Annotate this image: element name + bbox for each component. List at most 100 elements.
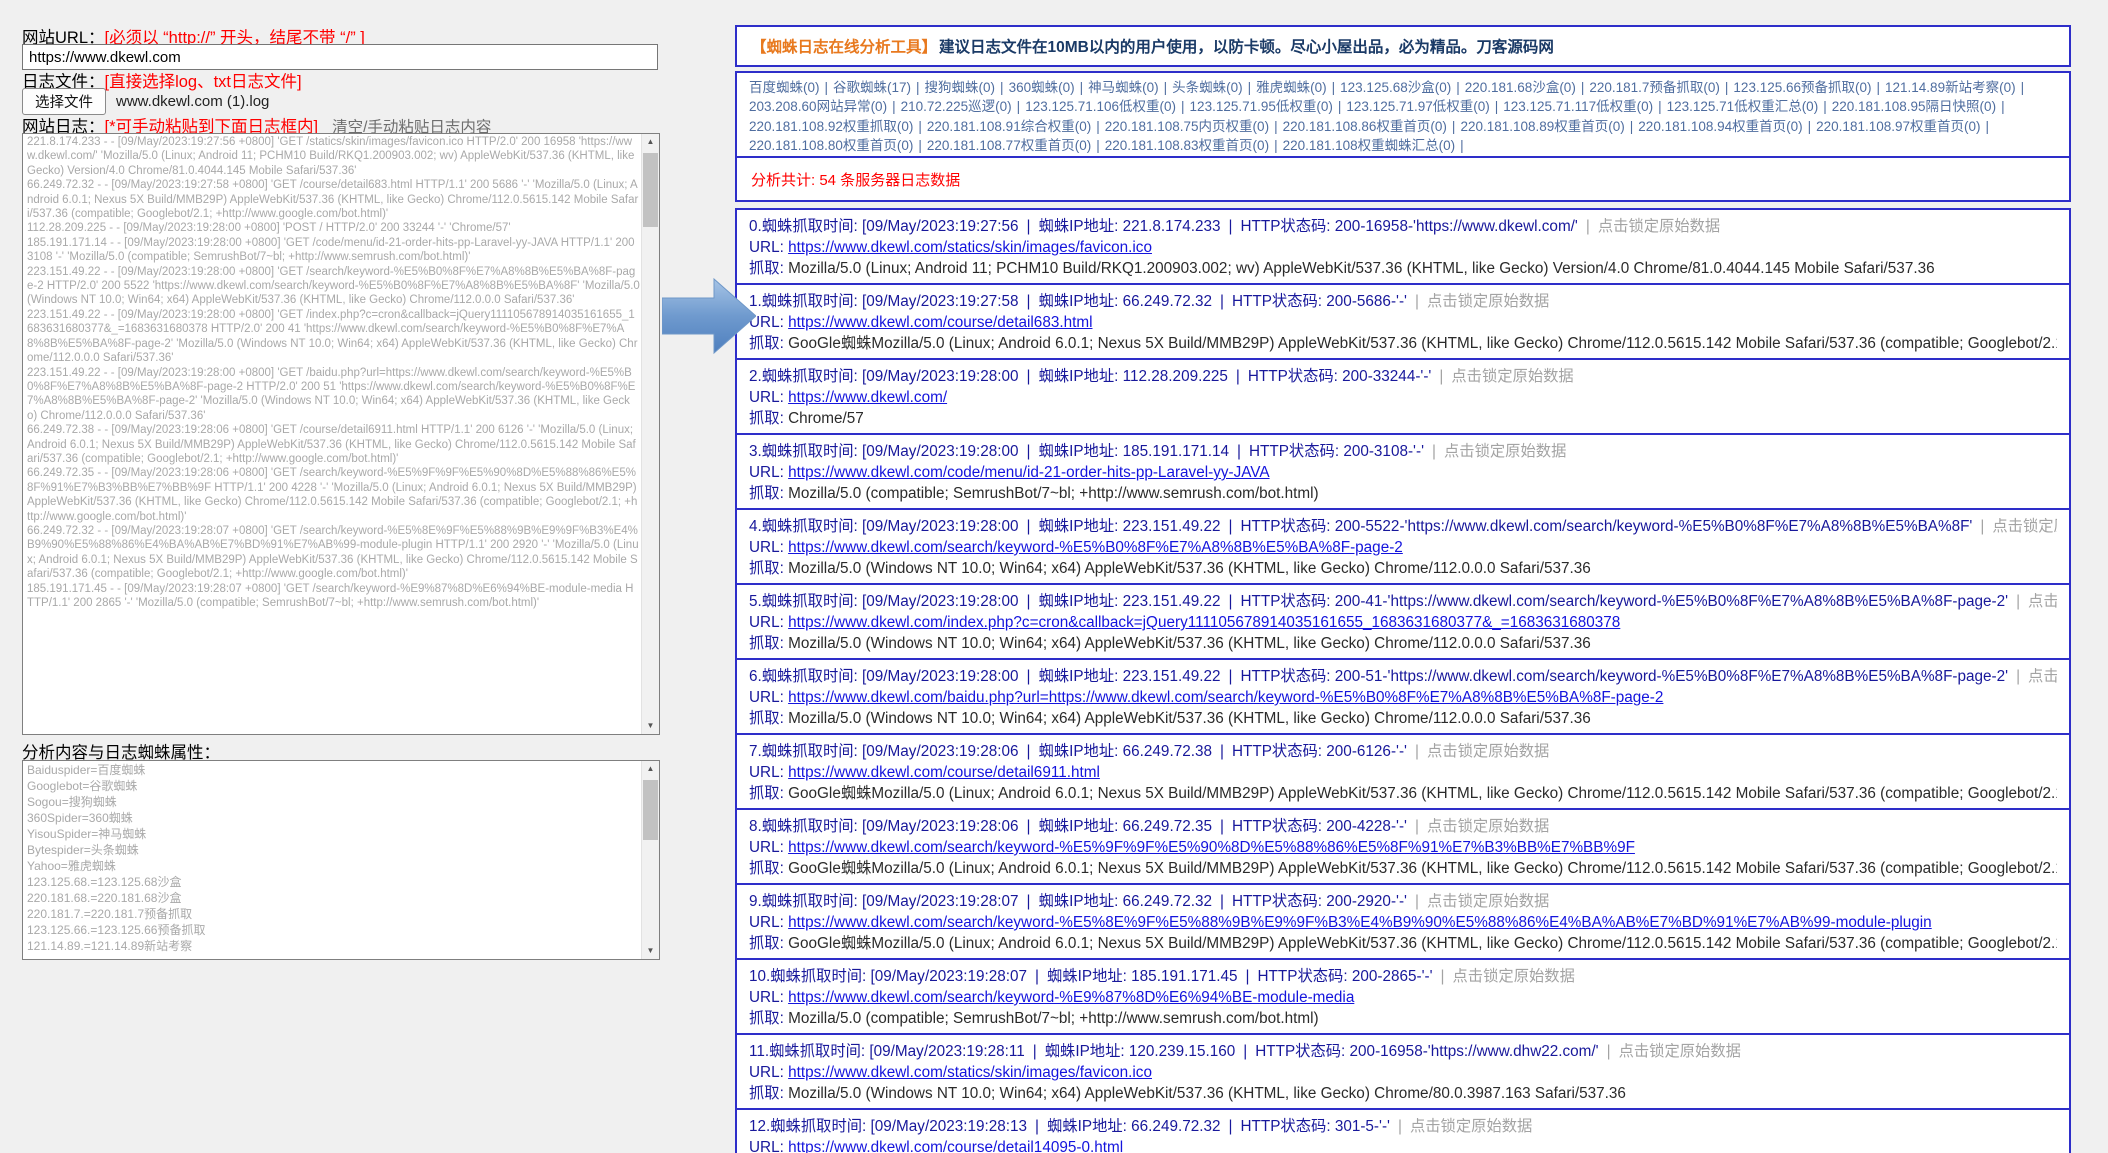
entry-url-link[interactable]: https://www.dkewl.com/statics/skin/image… — [788, 1064, 1152, 1081]
spider-stat-link[interactable]: 百度蜘蛛(0) — [749, 80, 820, 95]
spider-stat-link[interactable]: 220.181.108.77权重首页(0) — [927, 138, 1091, 153]
log-entry: 2.蜘蛛抓取时间: [09/May/2023:19:28:00 | 蜘蛛IP地址: … — [737, 360, 2069, 435]
attr-textarea-scrollbar[interactable]: ▲ ▼ — [641, 761, 659, 959]
spider-stat-link[interactable]: 神马蜘蛛(0) — [1088, 80, 1159, 95]
spider-stat-link[interactable]: 雅虎蜘蛛(0) — [1256, 80, 1327, 95]
spider-stat-link[interactable]: 220.181.108.80权重首页(0) — [749, 138, 913, 153]
spider-stat-link[interactable]: 123.125.71.117低权重(0) — [1503, 99, 1653, 114]
entry-url-link[interactable]: https://www.dkewl.com/search/keyword-%E5… — [788, 914, 1932, 931]
entry-user-agent: Mozilla/5.0 (Windows NT 10.0; Win64; x64… — [788, 1085, 1626, 1102]
pipe-separator: | — [1026, 368, 1031, 385]
entry-lock: | 点击锁定原始数据 — [1407, 293, 1549, 310]
entry-url-link[interactable]: https://www.dkewl.com/index.php?c=cron&c… — [788, 614, 1620, 631]
spider-stat-link[interactable]: 121.14.89新站考察(0) — [1885, 80, 2016, 95]
spider-stat-link[interactable]: 220.181.108.91综合权重(0) — [927, 119, 1091, 134]
scroll-down-icon[interactable]: ▼ — [642, 718, 659, 734]
scroll-up-icon[interactable]: ▲ — [642, 761, 659, 777]
log-textarea[interactable]: 221.8.174.233 - - [09/May/2023:19:27:56 … — [22, 133, 660, 735]
lock-raw-data-link[interactable]: 点击锁定原始数据 — [1451, 368, 1573, 385]
url-label: URL: — [749, 1064, 789, 1081]
spider-stat-link[interactable]: 123.125.71.106低权重(0) — [1025, 99, 1176, 114]
pipe-separator: | — [1228, 218, 1233, 235]
stat-separator: | — [1460, 137, 1464, 153]
lock-raw-data-link[interactable]: 点击锁定原始数据 — [1619, 1043, 1741, 1060]
lock-raw-data-link[interactable]: 点击锁定原始数据 — [1598, 218, 1720, 235]
log-textarea-scrollbar[interactable]: ▲ ▼ — [641, 134, 659, 734]
entry-url-link[interactable]: https://www.dkewl.com/course/detail6911.… — [788, 764, 1100, 781]
pipe-separator: | — [1228, 593, 1233, 610]
spider-stat-link[interactable]: 220.181.108.86权重首页(0) — [1283, 119, 1447, 134]
summary-box: 分析共计: 54 条服务器日志数据 — [735, 156, 2071, 202]
entry-url-link[interactable]: https://www.dkewl.com/course/detail683.h… — [788, 314, 1092, 331]
stat-separator: | — [1456, 80, 1460, 95]
lock-raw-data-link[interactable]: 点击锁定原始数据 — [1444, 443, 1566, 460]
stat-separator: | — [1876, 80, 1881, 95]
lock-raw-data-link[interactable]: 点击锁定原始数据 — [1427, 818, 1549, 835]
scroll-down-icon[interactable]: ▼ — [642, 943, 659, 959]
spider-stat-link[interactable]: 谷歌蜘蛛(17) — [833, 80, 911, 95]
choose-file-button[interactable]: 选择文件 — [22, 87, 106, 115]
stat-separator: | — [892, 99, 896, 115]
lock-raw-data-link[interactable]: 点击锁定原始数据 — [1427, 893, 1549, 910]
spider-stat-link[interactable]: 203.208.60网站异常(0) — [749, 99, 887, 114]
spider-stat-link[interactable]: 210.72.225巡逻(0) — [901, 99, 1012, 114]
spider-stat-link[interactable]: 220.181.108.92权重抓取(0) — [749, 119, 913, 134]
log-entry: 0.蜘蛛抓取时间: [09/May/2023:19:27:56 | 蜘蛛IP地址: … — [737, 210, 2069, 285]
entry-url-link[interactable]: https://www.dkewl.com/search/keyword-%E5… — [788, 839, 1635, 856]
spider-stat-link[interactable]: 360蜘蛛(0) — [1009, 80, 1075, 95]
spider-stat-link[interactable]: 220.181.108.97权重首页(0) — [1816, 119, 1980, 134]
entry-url-link[interactable]: https://www.dkewl.com/search/keyword-%E9… — [788, 989, 1354, 1006]
spider-stat-link[interactable]: 搜狗蜘蛛(0) — [925, 80, 996, 95]
entry-url-link[interactable]: https://www.dkewl.com/course/detail14095… — [788, 1139, 1123, 1153]
lock-raw-data-link[interactable]: 点击锁定原始数据 — [1992, 518, 2057, 535]
entry-user-agent: Mozilla/5.0 (Windows NT 10.0; Win64; x64… — [788, 635, 1591, 652]
scroll-up-icon[interactable]: ▲ — [642, 134, 659, 150]
spider-stat-link[interactable]: 220.181.108.94权重首页(0) — [1638, 119, 1802, 134]
site-url-input[interactable] — [22, 44, 658, 70]
ua-label: 抓取: — [749, 1085, 789, 1102]
spider-stat-link[interactable]: 123.125.71.95低权重(0) — [1190, 99, 1333, 114]
entry-status: HTTP状态码: 200-5686-'-' — [1231, 293, 1407, 310]
entry-url-line: URL: https://www.dkewl.com/statics/skin/… — [749, 237, 2057, 258]
spider-stat-link[interactable]: 220.181.108.95隔日快照(0) — [1832, 99, 1996, 114]
lock-raw-data-link[interactable]: 点击锁定原始数据 — [1410, 1118, 1532, 1135]
stat-separator: | — [1658, 99, 1662, 115]
lock-raw-data-link[interactable]: 点击锁定原始数据 — [1427, 293, 1549, 310]
spider-stat-link[interactable]: 220.181.7预备抓取(0) — [1589, 80, 1720, 95]
spider-stat-link[interactable]: 220.181.108.83权重首页(0) — [1105, 138, 1269, 153]
stat-separator: | — [824, 80, 829, 95]
spider-stat-link[interactable]: 头条蜘蛛(0) — [1172, 80, 1243, 95]
spider-stat-link[interactable]: 220.181.108.89权重首页(0) — [1460, 119, 1624, 134]
spider-stat-link[interactable]: 123.125.68沙盒(0) — [1340, 80, 1451, 95]
entry-url-link[interactable]: https://www.dkewl.com/search/keyword-%E5… — [788, 539, 1403, 556]
scrollbar-thumb[interactable] — [643, 153, 658, 227]
entry-ip: 蜘蛛IP地址: 223.151.49.22 — [1038, 593, 1221, 610]
entry-url-link[interactable]: https://www.dkewl.com/baidu.php?url=http… — [788, 689, 1663, 706]
spider-stat-link[interactable]: 220.181.108权重蜘蛛汇总(0) — [1283, 138, 1456, 153]
spider-stat-link[interactable]: 220.181.68沙盒(0) — [1465, 80, 1576, 95]
entry-url-link[interactable]: https://www.dkewl.com/ — [788, 389, 947, 406]
log-analyze-arrow-button[interactable] — [662, 277, 756, 355]
lock-raw-data-link[interactable]: 点击锁定原始数据 — [2028, 668, 2057, 685]
stat-separator: | — [1985, 118, 1990, 134]
log-entry: 5.蜘蛛抓取时间: [09/May/2023:19:28:00 | 蜘蛛IP地址: … — [737, 585, 2069, 660]
spider-attr-textarea[interactable]: Baiduspider=百度蜘蛛 Googlebot=谷歌蜘蛛 Sogou=搜狗… — [22, 760, 660, 960]
lock-raw-data-link[interactable]: 点击锁定原始数据 — [1427, 743, 1549, 760]
pipe-separator: | — [1035, 968, 1040, 985]
lock-raw-data-link[interactable]: 点击锁定原始数据 — [1453, 968, 1575, 985]
spider-stat-link[interactable]: 123.125.71.97低权重(0) — [1346, 99, 1489, 114]
entry-meta-line: 2.蜘蛛抓取时间: [09/May/2023:19:28:00 | 蜘蛛IP地址: … — [749, 366, 2057, 387]
entry-status: HTTP状态码: 200-33244-'-' — [1247, 368, 1432, 385]
spider-stat-link[interactable]: 123.125.66预备抓取(0) — [1733, 80, 1871, 95]
spider-stat-link[interactable]: 220.181.108.75内页权重(0) — [1105, 119, 1269, 134]
entry-url-link[interactable]: https://www.dkewl.com/statics/skin/image… — [788, 239, 1152, 256]
log-entry: 11.蜘蛛抓取时间: [09/May/2023:19:28:11 | 蜘蛛IP地址:… — [737, 1035, 2069, 1110]
spider-stat-link[interactable]: 123.125.71低权重汇总(0) — [1667, 99, 1819, 114]
entry-url-line: URL: https://www.dkewl.com/code/menu/id-… — [749, 462, 2057, 483]
entry-url-link[interactable]: https://www.dkewl.com/code/menu/id-21-or… — [788, 464, 1269, 481]
stat-separator: | — [1274, 118, 1278, 134]
entry-meta-line: 9.蜘蛛抓取时间: [09/May/2023:19:28:07 | 蜘蛛IP地址: … — [749, 891, 2057, 912]
lock-raw-data-link[interactable]: 点击锁定原始数据 — [2028, 593, 2057, 610]
entry-lock: | 点击锁定原始数据 — [1424, 443, 1566, 460]
scrollbar-thumb[interactable] — [643, 780, 658, 840]
